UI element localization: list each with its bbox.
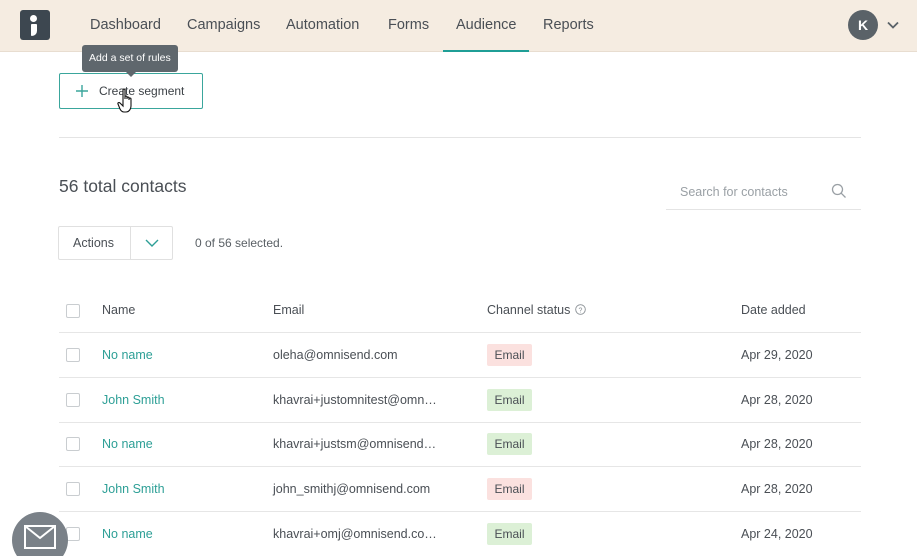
select-all-checkbox[interactable] [66, 304, 80, 318]
status-badge: Email [487, 523, 532, 545]
date-added: Apr 24, 2020 [741, 527, 813, 541]
actions-dropdown[interactable]: Actions [58, 226, 173, 260]
row-divider [59, 377, 861, 378]
plus-icon [76, 85, 88, 97]
contact-name-link[interactable]: No name [102, 437, 153, 451]
row-divider [59, 332, 861, 333]
contact-name-link[interactable]: John Smith [102, 482, 165, 496]
column-header-email[interactable]: Email [273, 303, 304, 317]
row-checkbox[interactable] [66, 527, 80, 541]
column-header-name[interactable]: Name [102, 303, 135, 317]
selected-count: 0 of 56 selected. [195, 236, 284, 250]
search-input[interactable] [680, 182, 830, 202]
contact-email: khavrai+justsm@omnisend… [273, 437, 437, 451]
row-checkbox[interactable] [66, 437, 80, 451]
row-divider [59, 511, 861, 512]
date-added: Apr 29, 2020 [741, 348, 813, 362]
nav-forms[interactable]: Forms [388, 0, 429, 52]
nav-automation[interactable]: Automation [286, 0, 359, 52]
total-contacts-heading: 56 total contacts [59, 176, 187, 196]
status-badge: Email [487, 344, 532, 366]
contact-name-link[interactable]: No name [102, 348, 153, 362]
contact-email: khavrai+justomnitest@omn… [273, 393, 437, 407]
search-icon[interactable] [831, 183, 847, 199]
contact-email: oleha@omnisend.com [273, 348, 398, 362]
row-divider [59, 466, 861, 467]
logo-icon[interactable] [20, 10, 50, 40]
nav-reports[interactable]: Reports [543, 0, 594, 52]
date-added: Apr 28, 2020 [741, 437, 813, 451]
avatar[interactable]: K [848, 10, 878, 40]
row-checkbox[interactable] [66, 482, 80, 496]
actions-label: Actions [73, 236, 114, 250]
contact-email: john_smithj@omnisend.com [273, 482, 431, 496]
contact-name-link[interactable]: John Smith [102, 393, 165, 407]
contact-email: khavrai+omj@omnisend.co… [273, 527, 437, 541]
envelope-icon [24, 525, 56, 549]
date-added: Apr 28, 2020 [741, 482, 813, 496]
row-divider [59, 422, 861, 423]
create-segment-label: Create segment [99, 84, 185, 98]
column-header-channel-status[interactable]: Channel status [487, 303, 570, 317]
status-badge: Email [487, 389, 532, 411]
search-box [666, 176, 861, 210]
status-badge: Email [487, 433, 532, 455]
row-checkbox[interactable] [66, 348, 80, 362]
divider [59, 137, 861, 138]
column-header-date-added[interactable]: Date added [741, 303, 806, 317]
actions-separator [130, 227, 131, 259]
date-added: Apr 28, 2020 [741, 393, 813, 407]
hand-cursor-icon [117, 88, 132, 113]
tooltip: Add a set of rules [82, 45, 178, 77]
contact-name-link[interactable]: No name [102, 527, 153, 541]
nav-campaigns[interactable]: Campaigns [187, 0, 260, 52]
svg-text:?: ? [579, 307, 583, 314]
chat-launcher-button[interactable] [12, 512, 68, 556]
row-checkbox[interactable] [66, 393, 80, 407]
nav-audience[interactable]: Audience [443, 0, 530, 52]
info-icon[interactable]: ? [575, 304, 586, 315]
chevron-down-icon[interactable] [144, 237, 160, 249]
chevron-down-icon[interactable] [886, 18, 900, 32]
status-badge: Email [487, 478, 532, 500]
